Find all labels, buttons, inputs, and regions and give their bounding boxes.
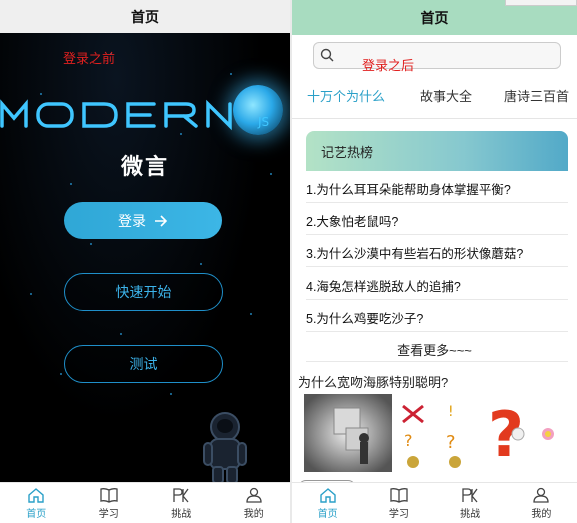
star [60,373,62,375]
book-icon [390,487,408,503]
search-input[interactable] [313,42,561,69]
logo-js-text: JS [257,115,269,129]
bottom-tab-bar: 首页 学习 挑战 我的 [0,482,290,523]
category-tab-poems[interactable]: 唐诗三百首 [504,86,569,105]
tab-study[interactable]: 学习 [73,483,146,523]
article-title[interactable]: 为什么宽吻海豚特别聪明? [298,372,448,391]
quick-start-button[interactable]: 快速开始 [64,273,223,311]
category-tab-stories[interactable]: 故事大全 [420,86,472,105]
astronaut-image [203,412,247,483]
tab-mine[interactable]: 我的 [506,483,577,523]
star [70,183,72,185]
before-login-annotation: 登录之前 [63,51,116,66]
home-icon [28,487,44,503]
tab-challenge-label: 挑战 [171,508,192,520]
divider [306,266,568,267]
tab-home[interactable]: 首页 [0,483,73,523]
tab-home[interactable]: 首页 [292,483,363,523]
svg-text:?: ? [404,431,413,450]
quick-start-label: 快速开始 [115,284,172,300]
window-edge [505,0,577,6]
divider [306,331,568,332]
tab-mine-label: 我的 [243,508,264,520]
question-item[interactable]: 2.大象怕老鼠吗? [306,211,568,230]
category-tabs: 十万个为什么 故事大全 唐诗三百首 [292,86,577,110]
tab-mine-label: 我的 [531,508,552,520]
question-item[interactable]: 1.为什么耳耳朵能帮助身体掌握平衡? [306,179,568,198]
question-figures-image: ? [398,394,428,472]
user-icon [533,487,550,503]
tab-study[interactable]: 学习 [363,483,434,523]
space-background: 登录之前 JS 微言 登录 快速开始 测试 [0,33,290,483]
tab-challenge[interactable]: 挑战 [145,483,218,523]
before-login-screen: 首页 登录之前 JS 微言 登录 快速开始 测试 首页 学习 挑战 我的 [0,0,290,523]
tab-study-label: 学习 [388,508,409,520]
star [230,73,232,75]
home-icon [319,487,336,503]
modern-logo: JS [0,99,269,131]
divider [306,299,568,300]
star [250,313,252,315]
question-figures-image: ! ? [440,394,470,472]
divider [306,361,568,362]
test-button[interactable]: 测试 [64,345,223,383]
nav-bar: 首页 [0,0,290,33]
tab-mine[interactable]: 我的 [218,483,291,523]
nav-title: 首页 [131,8,159,25]
login-button[interactable]: 登录 [64,202,222,239]
pk-icon [462,487,478,502]
login-button-label: 登录 [118,212,146,229]
star [200,263,202,265]
tab-study-label: 学习 [98,508,119,520]
search-icon [320,48,334,62]
divider [306,202,568,203]
tab-home-label: 首页 [26,508,47,520]
after-login-screen: 首页 登录之后 十万个为什么 故事大全 唐诗三百首 记艺热榜 1.为什么耳耳朵能… [292,0,577,523]
tab-challenge-label: 挑战 [460,508,481,520]
category-tab-why[interactable]: 十万个为什么 [307,86,385,105]
question-mark-image: ? [482,394,562,472]
question-item[interactable]: 5.为什么鸡要吃沙子? [306,308,568,327]
tab-home-label: 首页 [317,508,338,520]
book-icon [100,487,118,503]
tab-challenge[interactable]: 挑战 [435,483,506,523]
after-login-annotation: 登录之后 [362,58,415,73]
divider [306,234,568,235]
star [170,393,172,395]
star [30,293,32,295]
test-label: 测试 [129,356,158,372]
svg-text:?: ? [446,432,456,453]
hot-list-title: 记艺热榜 [321,144,374,160]
star [90,243,92,245]
category-divider [292,118,577,119]
svg-text:!: ! [448,404,454,420]
pk-icon [173,487,189,502]
question-item[interactable]: 3.为什么沙漠中有些岩石的形状像蘑菇? [306,243,568,262]
star [120,333,122,335]
see-more-link[interactable]: 查看更多~~~ [292,340,577,359]
arrow-right-icon [155,214,168,227]
hot-list-header: 记艺热榜 [306,131,568,171]
app-name: 微言 [120,154,169,179]
question-item[interactable]: 4.海兔怎样逃脱敌人的追捕? [306,276,568,295]
user-icon [246,487,262,503]
nav-title: 首页 [420,9,449,26]
puzzle-image [304,394,392,472]
bottom-tab-bar: 首页 学习 挑战 我的 [292,482,577,523]
